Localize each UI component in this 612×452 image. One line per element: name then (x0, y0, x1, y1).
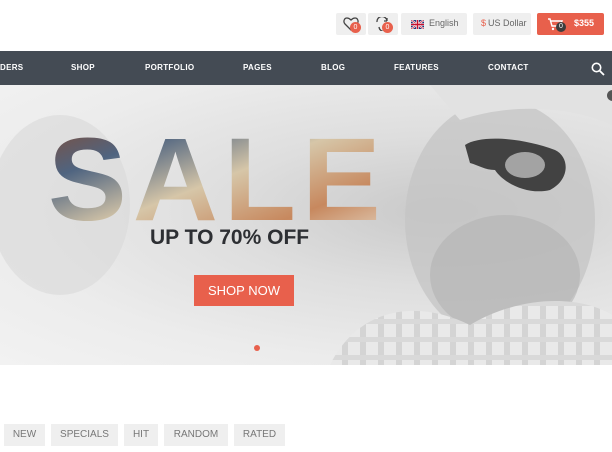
wishlist-button[interactable]: 0 (336, 13, 366, 35)
cart-button[interactable]: 0 $355 (537, 13, 604, 35)
main-nav: DERS SHOP PORTFOLIO PAGES BLOG FEATURES … (0, 51, 612, 85)
nav-item-features[interactable]: FEATURES (394, 63, 439, 72)
currency-label: US Dollar (488, 18, 527, 28)
hero-subheadline: UP TO 70% OFF (150, 226, 310, 249)
tab-specials[interactable]: SPECIALS (51, 424, 118, 446)
nav-item-pages[interactable]: PAGES (243, 63, 272, 72)
nav-item-headers[interactable]: DERS (0, 63, 23, 72)
cart-total: $355 (574, 18, 595, 28)
nav-item-blog[interactable]: BLOG (321, 63, 345, 72)
tab-rated[interactable]: RATED (234, 424, 285, 446)
hero-background-image: SALE (0, 85, 612, 365)
uk-flag-icon (411, 20, 424, 29)
shop-now-button[interactable]: SHOP NOW (194, 275, 294, 306)
language-label: English (429, 18, 459, 28)
nav-item-contact[interactable]: CONTACT (488, 63, 529, 72)
hero-banner: SALE UP TO 70% OFF SHOP NOW (0, 85, 612, 365)
nav-item-shop[interactable]: SHOP (71, 63, 95, 72)
currency-selector[interactable]: $ US Dollar (473, 13, 531, 35)
wishlist-count-badge: 0 (350, 22, 361, 33)
tab-new[interactable]: NEW (4, 424, 45, 446)
slider-dot[interactable] (254, 345, 260, 351)
nav-item-portfolio[interactable]: PORTFOLIO (145, 63, 194, 72)
search-icon[interactable] (591, 62, 605, 76)
currency-symbol: $ (481, 18, 487, 28)
language-selector[interactable]: English (401, 13, 467, 35)
compare-count-badge: 0 (382, 22, 393, 33)
top-bar: 0 0 English $ US Dollar 0 $355 (0, 0, 612, 51)
compare-button[interactable]: 0 (368, 13, 398, 35)
slider-control[interactable] (607, 90, 612, 101)
cart-count-badge: 0 (556, 22, 566, 32)
tab-random[interactable]: RANDOM (164, 424, 228, 446)
tab-hit[interactable]: HIT (124, 424, 158, 446)
